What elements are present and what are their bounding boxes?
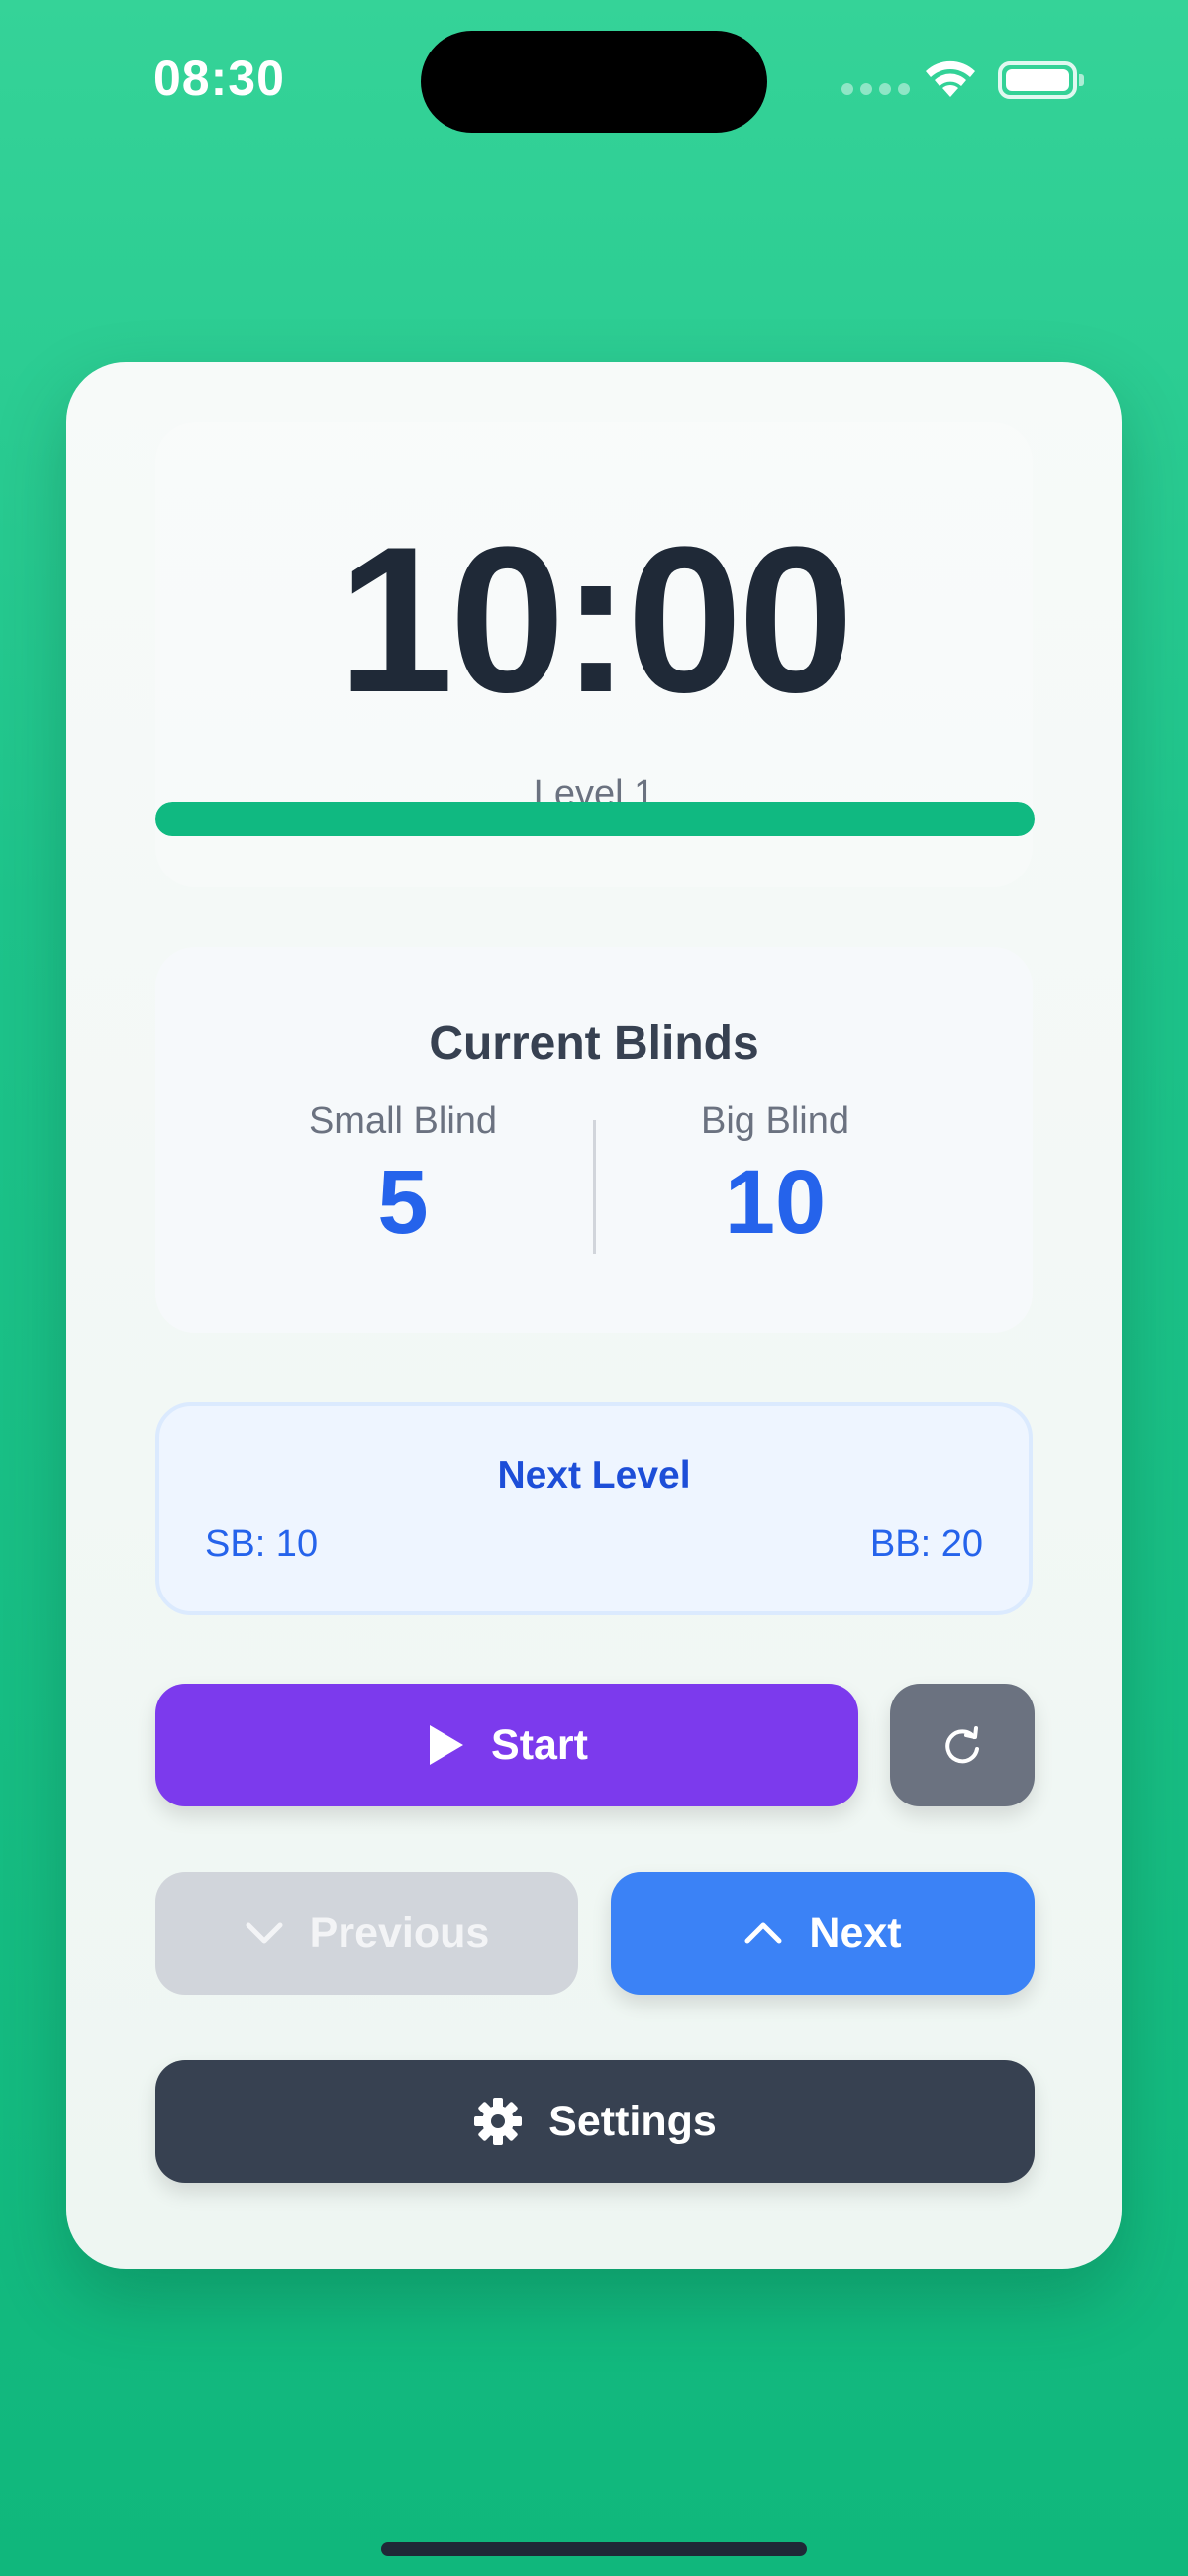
home-indicator[interactable] [381, 2542, 807, 2556]
next-level-title: Next Level [497, 1454, 691, 1496]
current-blinds-title: Current Blinds [429, 1017, 759, 1070]
current-blinds-panel: Current Blinds Small Blind 5 Big Blind 1… [155, 947, 1033, 1333]
next-button-label: Next [809, 1908, 902, 1957]
status-time: 08:30 [153, 51, 285, 106]
play-icon [430, 1725, 464, 1765]
big-blind: Big Blind 10 [627, 1100, 924, 1248]
big-blind-label: Big Blind [701, 1100, 849, 1142]
previous-button[interactable]: Previous [155, 1872, 578, 1995]
reset-button[interactable] [890, 1684, 1035, 1806]
next-button[interactable]: Next [611, 1872, 1035, 1995]
level-progress-bar [155, 802, 1035, 836]
wifi-icon [926, 60, 975, 97]
next-level-panel: Next Level SB: 10 BB: 20 [155, 1402, 1033, 1615]
previous-button-label: Previous [309, 1908, 490, 1957]
next-big-blind: BB: 20 [869, 1523, 983, 1565]
chevron-up-icon [744, 1922, 782, 1944]
next-small-blind: SB: 10 [205, 1523, 319, 1565]
battery-icon [998, 61, 1084, 99]
small-blind: Small Blind 5 [254, 1100, 551, 1248]
settings-button[interactable]: Settings [155, 2060, 1035, 2183]
settings-button-label: Settings [548, 2097, 717, 2145]
small-blind-value: 5 [377, 1152, 429, 1253]
small-blind-label: Small Blind [308, 1100, 498, 1142]
big-blind-value: 10 [724, 1152, 827, 1253]
timer-card: 10:00 Level 1 Current Blinds Small Blind… [66, 362, 1122, 2269]
level-progress-fill [155, 802, 1035, 836]
gear-icon [474, 2098, 523, 2145]
blinds-divider [593, 1120, 596, 1254]
start-button-label: Start [491, 1720, 588, 1769]
cellular-signal-icon [842, 83, 910, 95]
chevron-down-icon [246, 1922, 283, 1944]
dynamic-island [421, 31, 767, 133]
timer-display: 10:00 [338, 503, 853, 736]
refresh-icon [945, 1726, 979, 1764]
start-button[interactable]: Start [155, 1684, 858, 1806]
